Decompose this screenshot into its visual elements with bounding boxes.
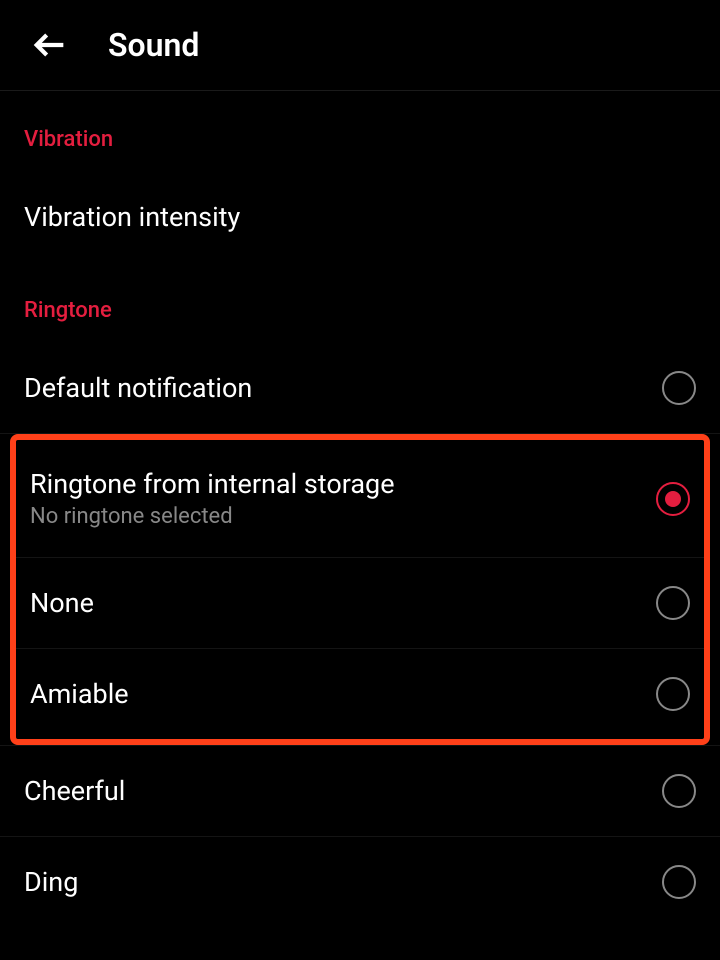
list-item-label: Default notification (24, 372, 252, 404)
list-item-label: Ringtone from internal storage (30, 468, 395, 500)
section-header-ringtone: Ringtone (0, 262, 720, 343)
list-item-sublabel: No ringtone selected (30, 504, 395, 529)
list-item-label: None (30, 587, 94, 619)
list-item-label: Amiable (30, 678, 129, 710)
ringtone-option-ding[interactable]: Ding (0, 837, 720, 927)
ringtone-option-none[interactable]: None (16, 558, 704, 648)
radio-icon[interactable] (662, 774, 696, 808)
highlight-annotation: Ringtone from internal storage No ringto… (10, 434, 710, 745)
page-title: Sound (108, 26, 199, 64)
ringtone-option-cheerful[interactable]: Cheerful (0, 746, 720, 836)
section-header-vibration: Vibration (0, 91, 720, 172)
back-arrow-icon[interactable] (30, 25, 70, 65)
radio-icon[interactable] (662, 865, 696, 899)
ringtone-option-default[interactable]: Default notification (0, 343, 720, 433)
list-item-label: Cheerful (24, 775, 125, 807)
app-header: Sound (0, 0, 720, 90)
vibration-intensity-item[interactable]: Vibration intensity (0, 172, 720, 262)
list-item-label: Ding (24, 866, 78, 898)
radio-icon[interactable] (662, 371, 696, 405)
radio-icon[interactable] (656, 482, 690, 516)
radio-icon[interactable] (656, 586, 690, 620)
ringtone-option-amiable[interactable]: Amiable (16, 649, 704, 739)
ringtone-option-internal-storage[interactable]: Ringtone from internal storage No ringto… (16, 440, 704, 557)
radio-icon[interactable] (656, 677, 690, 711)
list-item-label: Vibration intensity (24, 201, 240, 233)
